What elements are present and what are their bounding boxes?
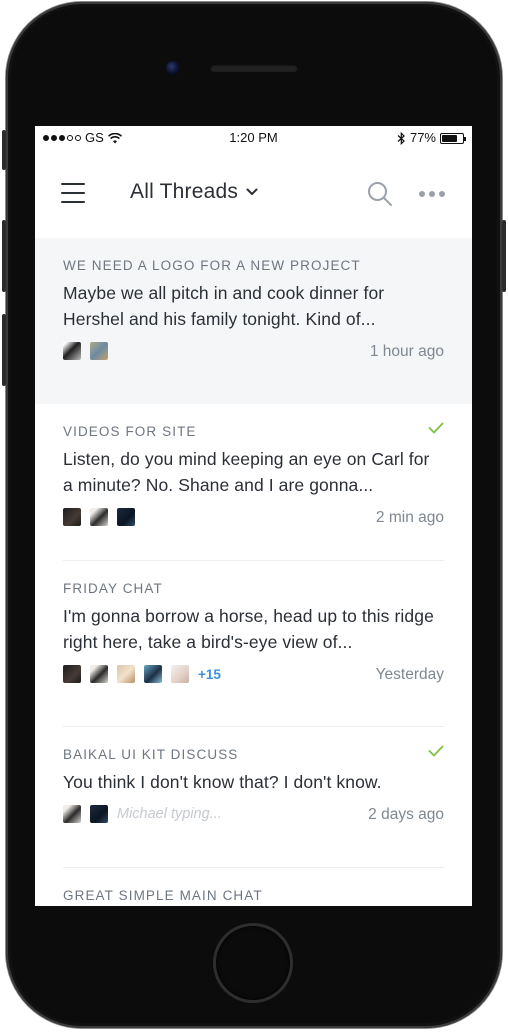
thread-item[interactable]: FRIDAY CHAT I'm gonna borrow a horse, he… — [35, 561, 472, 727]
avatar — [144, 665, 162, 683]
avatar — [171, 665, 189, 683]
volume-up-button — [2, 220, 6, 292]
thread-title: VIDEOS FOR SITE — [63, 424, 197, 439]
avatar — [90, 805, 108, 823]
power-button — [502, 220, 506, 292]
thread-title: WE NEED A LOGO FOR A NEW PROJECT — [63, 258, 361, 273]
thread-time: Yesterday — [375, 666, 444, 683]
home-button[interactable] — [216, 926, 290, 1000]
chevron-down-icon — [246, 188, 258, 195]
thread-item[interactable]: VIDEOS FOR SITE Listen, do you mind keep… — [35, 404, 472, 561]
avatar — [63, 665, 81, 683]
thread-item[interactable]: GREAT SIMPLE MAIN CHAT — [35, 868, 472, 906]
typing-indicator: Michael typing... — [117, 806, 222, 822]
status-right: 77% — [397, 126, 466, 150]
thread-preview: I'm gonna borrow a horse, head up to thi… — [63, 606, 434, 652]
thread-title: BAIKAL UI KIT DISCUSS — [63, 747, 239, 762]
avatar — [90, 342, 108, 360]
thread-footer: Michael typing... 2 days ago — [63, 805, 444, 825]
bluetooth-icon — [397, 131, 405, 145]
thread-preview: Listen, do you mind keeping an eye on Ca… — [63, 449, 430, 495]
battery-fill — [442, 134, 458, 142]
thread-title: FRIDAY CHAT — [63, 581, 163, 596]
volume-down-button — [2, 314, 6, 386]
thread-item[interactable]: WE NEED A LOGO FOR A NEW PROJECT Maybe w… — [35, 238, 472, 404]
avatar — [63, 508, 81, 526]
thread-time: 1 hour ago — [369, 343, 444, 360]
battery-icon — [440, 132, 466, 144]
check-icon — [428, 422, 444, 434]
avatar — [90, 508, 108, 526]
search-icon[interactable] — [367, 181, 393, 207]
avatar — [63, 805, 81, 823]
menu-icon[interactable] — [61, 183, 85, 203]
participant-avatars — [63, 508, 135, 526]
more-participants-count[interactable]: +15 — [198, 667, 221, 682]
thread-item[interactable]: BAIKAL UI KIT DISCUSS You think I don't … — [35, 727, 472, 868]
avatar — [117, 665, 135, 683]
avatar — [90, 665, 108, 683]
thread-footer: 1 hour ago — [63, 342, 444, 362]
participant-avatars: +15 — [63, 665, 221, 683]
thread-preview: You think I don't know that? I don't kno… — [63, 772, 382, 792]
more-icon[interactable] — [419, 191, 445, 197]
app-screen: GS 1:20 PM 77% All Threads WE NEED A LOG… — [35, 126, 472, 906]
status-bar: GS 1:20 PM 77% — [35, 126, 472, 150]
earpiece-speaker — [210, 64, 298, 72]
thread-preview: Maybe we all pitch in and cook dinner fo… — [63, 283, 385, 329]
thread-footer: +15 Yesterday — [63, 665, 444, 685]
check-icon — [428, 745, 444, 757]
threads-dropdown[interactable]: All Threads — [130, 180, 258, 204]
front-camera — [166, 61, 180, 75]
thread-time: 2 days ago — [368, 806, 444, 823]
avatar — [117, 508, 135, 526]
avatar — [63, 342, 81, 360]
participant-avatars — [63, 342, 108, 360]
participant-avatars: Michael typing... — [63, 805, 222, 823]
thread-list: WE NEED A LOGO FOR A NEW PROJECT Maybe w… — [35, 238, 472, 906]
nav-bar: All Threads — [35, 150, 472, 238]
battery-percent: 77% — [409, 130, 436, 145]
thread-footer: 2 min ago — [63, 508, 444, 528]
page-title: All Threads — [130, 180, 239, 203]
mute-switch — [2, 130, 6, 170]
thread-title: GREAT SIMPLE MAIN CHAT — [63, 888, 263, 903]
thread-time: 2 min ago — [375, 509, 444, 526]
